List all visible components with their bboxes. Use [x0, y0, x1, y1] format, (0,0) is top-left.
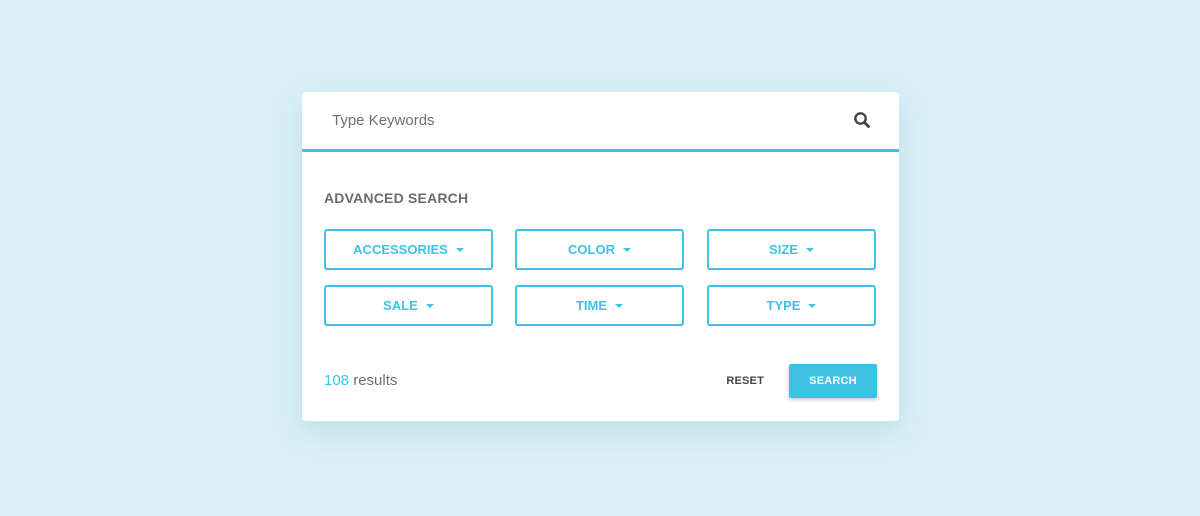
search-icon[interactable]: [853, 111, 871, 129]
reset-button[interactable]: RESET: [726, 370, 764, 392]
advanced-search-card: ADVANCED SEARCH ACCESSORIES COLOR SIZE S…: [302, 92, 899, 421]
filter-time-dropdown[interactable]: TIME: [515, 285, 684, 326]
caret-down-icon: [615, 304, 624, 308]
results-label: results: [353, 372, 398, 389]
filter-accessories-dropdown[interactable]: ACCESSORIES: [324, 229, 493, 270]
caret-down-icon: [425, 304, 434, 308]
filter-label: TIME: [575, 298, 608, 313]
filter-sale-dropdown[interactable]: SALE: [324, 285, 493, 326]
filter-label: ACCESSORIES: [353, 242, 448, 257]
filter-label: SALE: [383, 298, 418, 313]
caret-down-icon: [805, 248, 814, 252]
search-button[interactable]: SEARCH: [789, 364, 877, 398]
filter-label: COLOR: [568, 242, 615, 257]
advanced-search-title: ADVANCED SEARCH: [324, 190, 469, 206]
caret-down-icon: [622, 248, 631, 252]
filter-label: SIZE: [769, 242, 798, 257]
filter-size-dropdown[interactable]: SIZE: [707, 229, 876, 270]
caret-down-icon: [455, 248, 464, 252]
filter-color-dropdown[interactable]: COLOR: [515, 229, 684, 270]
search-input[interactable]: [332, 106, 812, 134]
filter-label: TYPE: [766, 298, 801, 313]
search-footer: 108 results RESET SEARCH: [324, 364, 877, 398]
results-count: 108: [324, 372, 350, 389]
caret-down-icon: [808, 304, 817, 308]
search-bar: [302, 92, 899, 152]
results-summary: 108 results: [324, 372, 397, 389]
filter-type-dropdown[interactable]: TYPE: [707, 285, 876, 326]
